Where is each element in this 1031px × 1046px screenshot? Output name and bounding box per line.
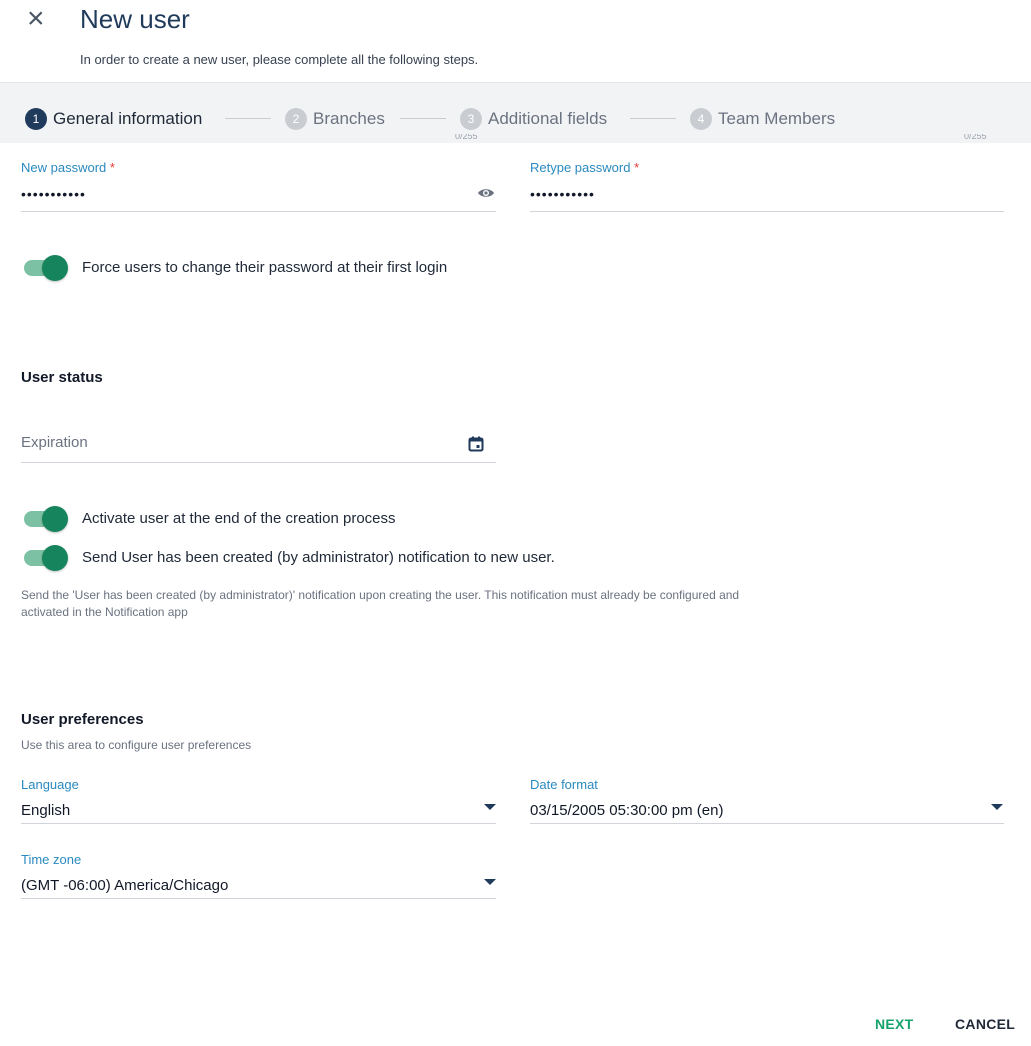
expiration-input[interactable]: Expiration xyxy=(21,434,88,451)
page-title: New user xyxy=(80,4,190,34)
retype-password-input[interactable]: ••••••••••• xyxy=(530,186,595,202)
step-number: 1 xyxy=(25,108,47,130)
stepper: 1 General information 2 Branches 3 Addit… xyxy=(0,82,1031,143)
new-password-underline xyxy=(21,211,496,212)
language-label: Language xyxy=(21,777,79,792)
retype-password-underline xyxy=(530,211,1004,212)
notification-hint-line: Send the 'User has been created (by admi… xyxy=(21,588,740,602)
user-preferences-title: User preferences xyxy=(21,711,144,728)
toggle-knob xyxy=(42,506,68,532)
page-subtitle: In order to create a new user, please co… xyxy=(80,52,479,67)
expiration-underline xyxy=(21,462,496,463)
dropdown-caret-icon[interactable] xyxy=(991,804,1003,810)
step-number: 3 xyxy=(460,108,482,130)
cancel-button[interactable]: CANCEL xyxy=(955,1016,1015,1032)
time-zone-underline xyxy=(21,898,496,899)
step-general-information[interactable]: 1 General information xyxy=(25,107,202,131)
send-notification-label: Send User has been created (by administr… xyxy=(82,549,555,566)
step-connector xyxy=(400,118,446,119)
toggle-knob xyxy=(42,255,68,281)
required-mark: * xyxy=(109,160,115,175)
eye-icon[interactable] xyxy=(477,186,495,200)
activate-user-label: Activate user at the end of the creation… xyxy=(82,510,396,527)
step-label: Branches xyxy=(313,109,385,128)
dropdown-caret-icon[interactable] xyxy=(484,804,496,810)
new-password-label: New password * xyxy=(21,160,115,175)
character-counter: 0/255 xyxy=(455,134,478,140)
date-format-select[interactable]: 03/15/2005 05:30:00 pm (en) xyxy=(530,802,723,819)
step-branches[interactable]: 2 Branches xyxy=(285,107,385,131)
step-connector xyxy=(630,118,676,119)
step-additional-fields[interactable]: 3 Additional fields xyxy=(460,107,607,131)
date-format-label: Date format xyxy=(530,777,598,792)
time-zone-label: Time zone xyxy=(21,852,82,867)
next-button[interactable]: NEXT xyxy=(875,1016,914,1032)
notification-hint-line: activated in the Notification app xyxy=(21,605,188,619)
retype-password-label: Retype password * xyxy=(530,160,639,175)
character-counter: 0/255 xyxy=(964,134,987,140)
close-icon[interactable]: × xyxy=(27,4,45,34)
step-label: General information xyxy=(53,109,203,128)
time-zone-select[interactable]: (GMT -06:00) America/Chicago xyxy=(21,877,228,894)
required-mark: * xyxy=(634,160,640,175)
new-password-label-text: New password xyxy=(21,160,107,175)
step-label: Team Members xyxy=(718,109,836,128)
force-password-change-toggle[interactable] xyxy=(24,255,68,281)
dropdown-caret-icon[interactable] xyxy=(484,879,496,885)
calendar-icon[interactable] xyxy=(468,436,484,452)
new-password-input[interactable]: ••••••••••• xyxy=(21,186,86,202)
notification-hint: Send the 'User has been created (by admi… xyxy=(21,587,1021,621)
step-team-members[interactable]: 4 Team Members xyxy=(690,107,835,131)
step-label: Additional fields xyxy=(488,109,608,128)
step-number: 2 xyxy=(285,108,307,130)
retype-password-label-text: Retype password xyxy=(530,160,631,175)
user-status-title: User status xyxy=(21,369,103,386)
activate-user-toggle[interactable] xyxy=(24,506,68,532)
user-preferences-subtitle: Use this area to configure user preferen… xyxy=(21,738,252,752)
language-select[interactable]: English xyxy=(21,802,70,819)
date-format-underline xyxy=(530,823,1004,824)
step-number: 4 xyxy=(690,108,712,130)
send-notification-toggle[interactable] xyxy=(24,545,68,571)
language-underline xyxy=(21,823,496,824)
toggle-knob xyxy=(42,545,68,571)
force-password-change-label: Force users to change their password at … xyxy=(82,259,448,276)
step-connector xyxy=(225,118,271,119)
